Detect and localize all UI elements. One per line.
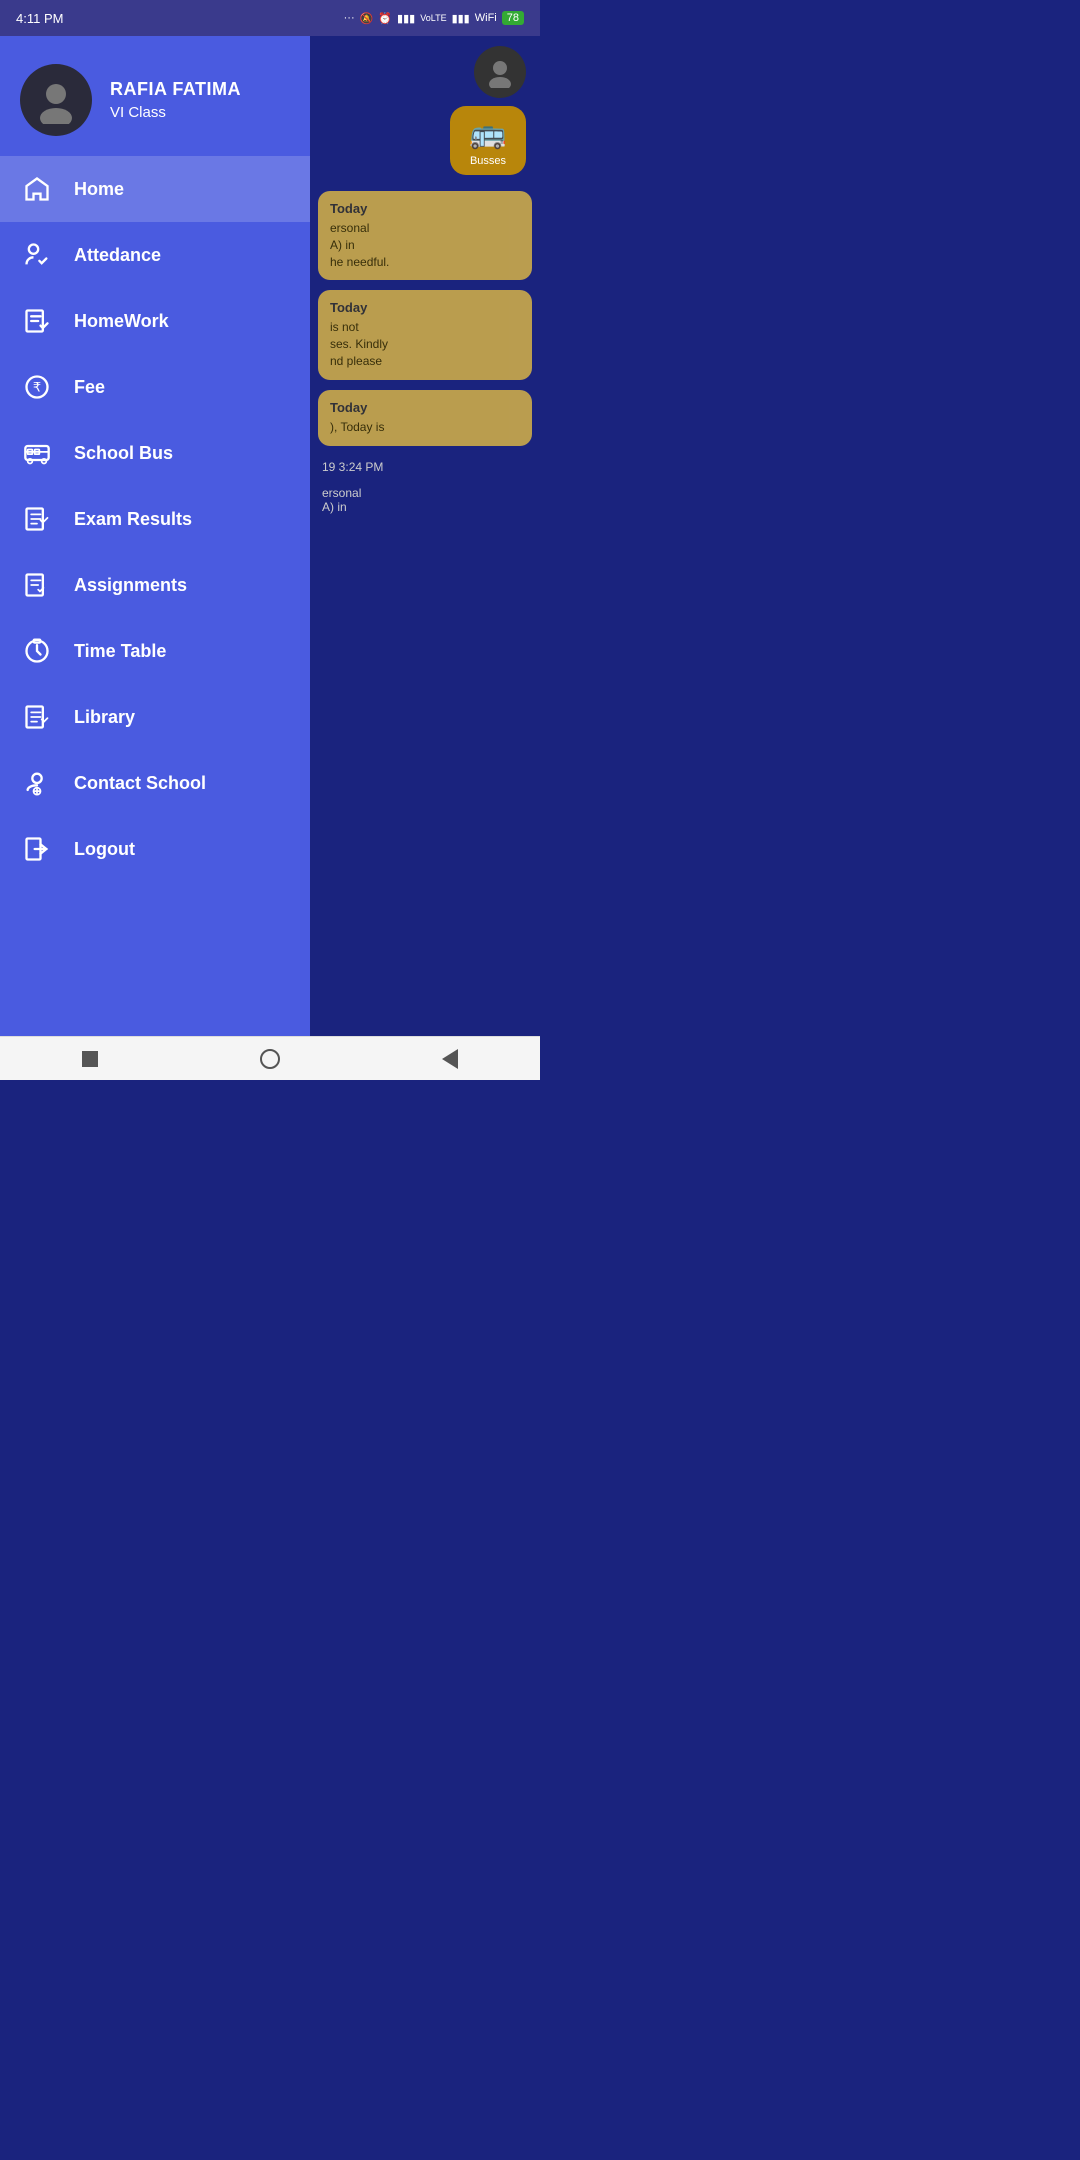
right-user-icon — [484, 56, 516, 88]
assignments-label: Assignments — [74, 575, 187, 596]
notification-card-2[interactable]: Today is notses. Kindlynd please — [318, 290, 532, 379]
home-icon — [20, 172, 54, 206]
menu-item-time-table[interactable]: Time Table — [0, 618, 310, 684]
wifi-icon: WiFi — [475, 12, 497, 24]
notif-text-1: ersonalA) inhe needful. — [330, 220, 520, 270]
attendance-icon — [20, 238, 54, 272]
nav-home-button[interactable] — [252, 1041, 288, 1077]
bus-card-icon: 🚌 — [469, 116, 506, 151]
contact-school-label: Contact School — [74, 773, 206, 794]
bottom-navigation — [0, 1036, 540, 1080]
right-top-area: 🚌 Busses — [310, 36, 540, 185]
homework-label: HomeWork — [74, 311, 169, 332]
bottom-text: ersonalA) in — [318, 484, 532, 516]
logout-label: Logout — [74, 839, 135, 860]
alarm-icon: ⏰ — [378, 12, 392, 25]
menu-item-school-bus[interactable]: School Bus — [0, 420, 310, 486]
fee-label: Fee — [74, 377, 105, 398]
recent-icon — [82, 1051, 98, 1067]
home-label: Home — [74, 179, 124, 200]
menu-item-assignments[interactable]: Assignments — [0, 552, 310, 618]
battery-icon: 78 — [502, 11, 524, 25]
home-nav-icon — [260, 1049, 280, 1069]
bus-card[interactable]: 🚌 Busses — [450, 106, 526, 175]
nav-recent-button[interactable] — [72, 1041, 108, 1077]
notification-card-1[interactable]: Today ersonalA) inhe needful. — [318, 191, 532, 280]
profile-info: RAFIA FATIMA VI Class — [110, 79, 241, 121]
right-content-panel: 🚌 Busses Today ersonalA) inhe needful. T… — [310, 36, 540, 1036]
avatar — [20, 64, 92, 136]
time-table-label: Time Table — [74, 641, 166, 662]
menu-list: Home Attedance — [0, 156, 310, 1036]
menu-item-contact-school[interactable]: Contact School — [0, 750, 310, 816]
notif-date-3: Today — [330, 400, 520, 415]
logout-icon — [20, 832, 54, 866]
profile-class: VI Class — [110, 104, 241, 121]
library-label: Library — [74, 707, 135, 728]
signal-dots-icon: ··· — [344, 12, 355, 24]
menu-item-attendance[interactable]: Attedance — [0, 222, 310, 288]
user-avatar-icon — [32, 76, 80, 124]
library-icon — [20, 700, 54, 734]
back-icon — [442, 1049, 458, 1069]
mute-icon: 🔕 — [360, 12, 374, 25]
notif-date-2: Today — [330, 300, 520, 315]
time-table-icon — [20, 634, 54, 668]
nav-back-button[interactable] — [432, 1041, 468, 1077]
profile-name: RAFIA FATIMA — [110, 79, 241, 100]
notif-text-2: is notses. Kindlynd please — [330, 319, 520, 369]
fee-icon: ₹ — [20, 370, 54, 404]
notif-text-3: ), Today is — [330, 419, 520, 436]
school-bus-icon — [20, 436, 54, 470]
assignments-icon — [20, 568, 54, 602]
time-display: 4:11 PM — [16, 11, 63, 26]
menu-item-homework[interactable]: HomeWork — [0, 288, 310, 354]
main-layout: RAFIA FATIMA VI Class Home — [0, 36, 540, 1036]
school-bus-label: School Bus — [74, 443, 173, 464]
notification-card-3[interactable]: Today ), Today is — [318, 390, 532, 446]
volte-icon: VoLTE — [420, 13, 446, 23]
homework-icon — [20, 304, 54, 338]
menu-item-fee[interactable]: ₹ Fee — [0, 354, 310, 420]
svg-text:₹: ₹ — [33, 380, 41, 395]
notif-date-1: Today — [330, 201, 520, 216]
status-time: 4:11 PM — [16, 11, 63, 26]
right-avatar — [474, 46, 526, 98]
timestamp-text: 19 3:24 PM — [318, 456, 532, 474]
exam-results-icon — [20, 502, 54, 536]
menu-item-logout[interactable]: Logout — [0, 816, 310, 882]
signal-bars-icon: ▮▮▮ — [397, 12, 415, 25]
bus-card-label: Busses — [470, 155, 506, 167]
status-bar: 4:11 PM ··· 🔕 ⏰ ▮▮▮ VoLTE ▮▮▮ WiFi 78 — [0, 0, 540, 36]
signal-bars2-icon: ▮▮▮ — [452, 12, 470, 25]
menu-item-exam-results[interactable]: Exam Results — [0, 486, 310, 552]
exam-results-label: Exam Results — [74, 509, 192, 530]
attendance-label: Attedance — [74, 245, 161, 266]
notifications-area: Today ersonalA) inhe needful. Today is n… — [310, 185, 540, 522]
profile-area: RAFIA FATIMA VI Class — [0, 36, 310, 156]
menu-item-library[interactable]: Library — [0, 684, 310, 750]
menu-item-home[interactable]: Home — [0, 156, 310, 222]
navigation-drawer: RAFIA FATIMA VI Class Home — [0, 36, 310, 1036]
status-icons: ··· 🔕 ⏰ ▮▮▮ VoLTE ▮▮▮ WiFi 78 — [344, 11, 524, 25]
contact-school-icon — [20, 766, 54, 800]
